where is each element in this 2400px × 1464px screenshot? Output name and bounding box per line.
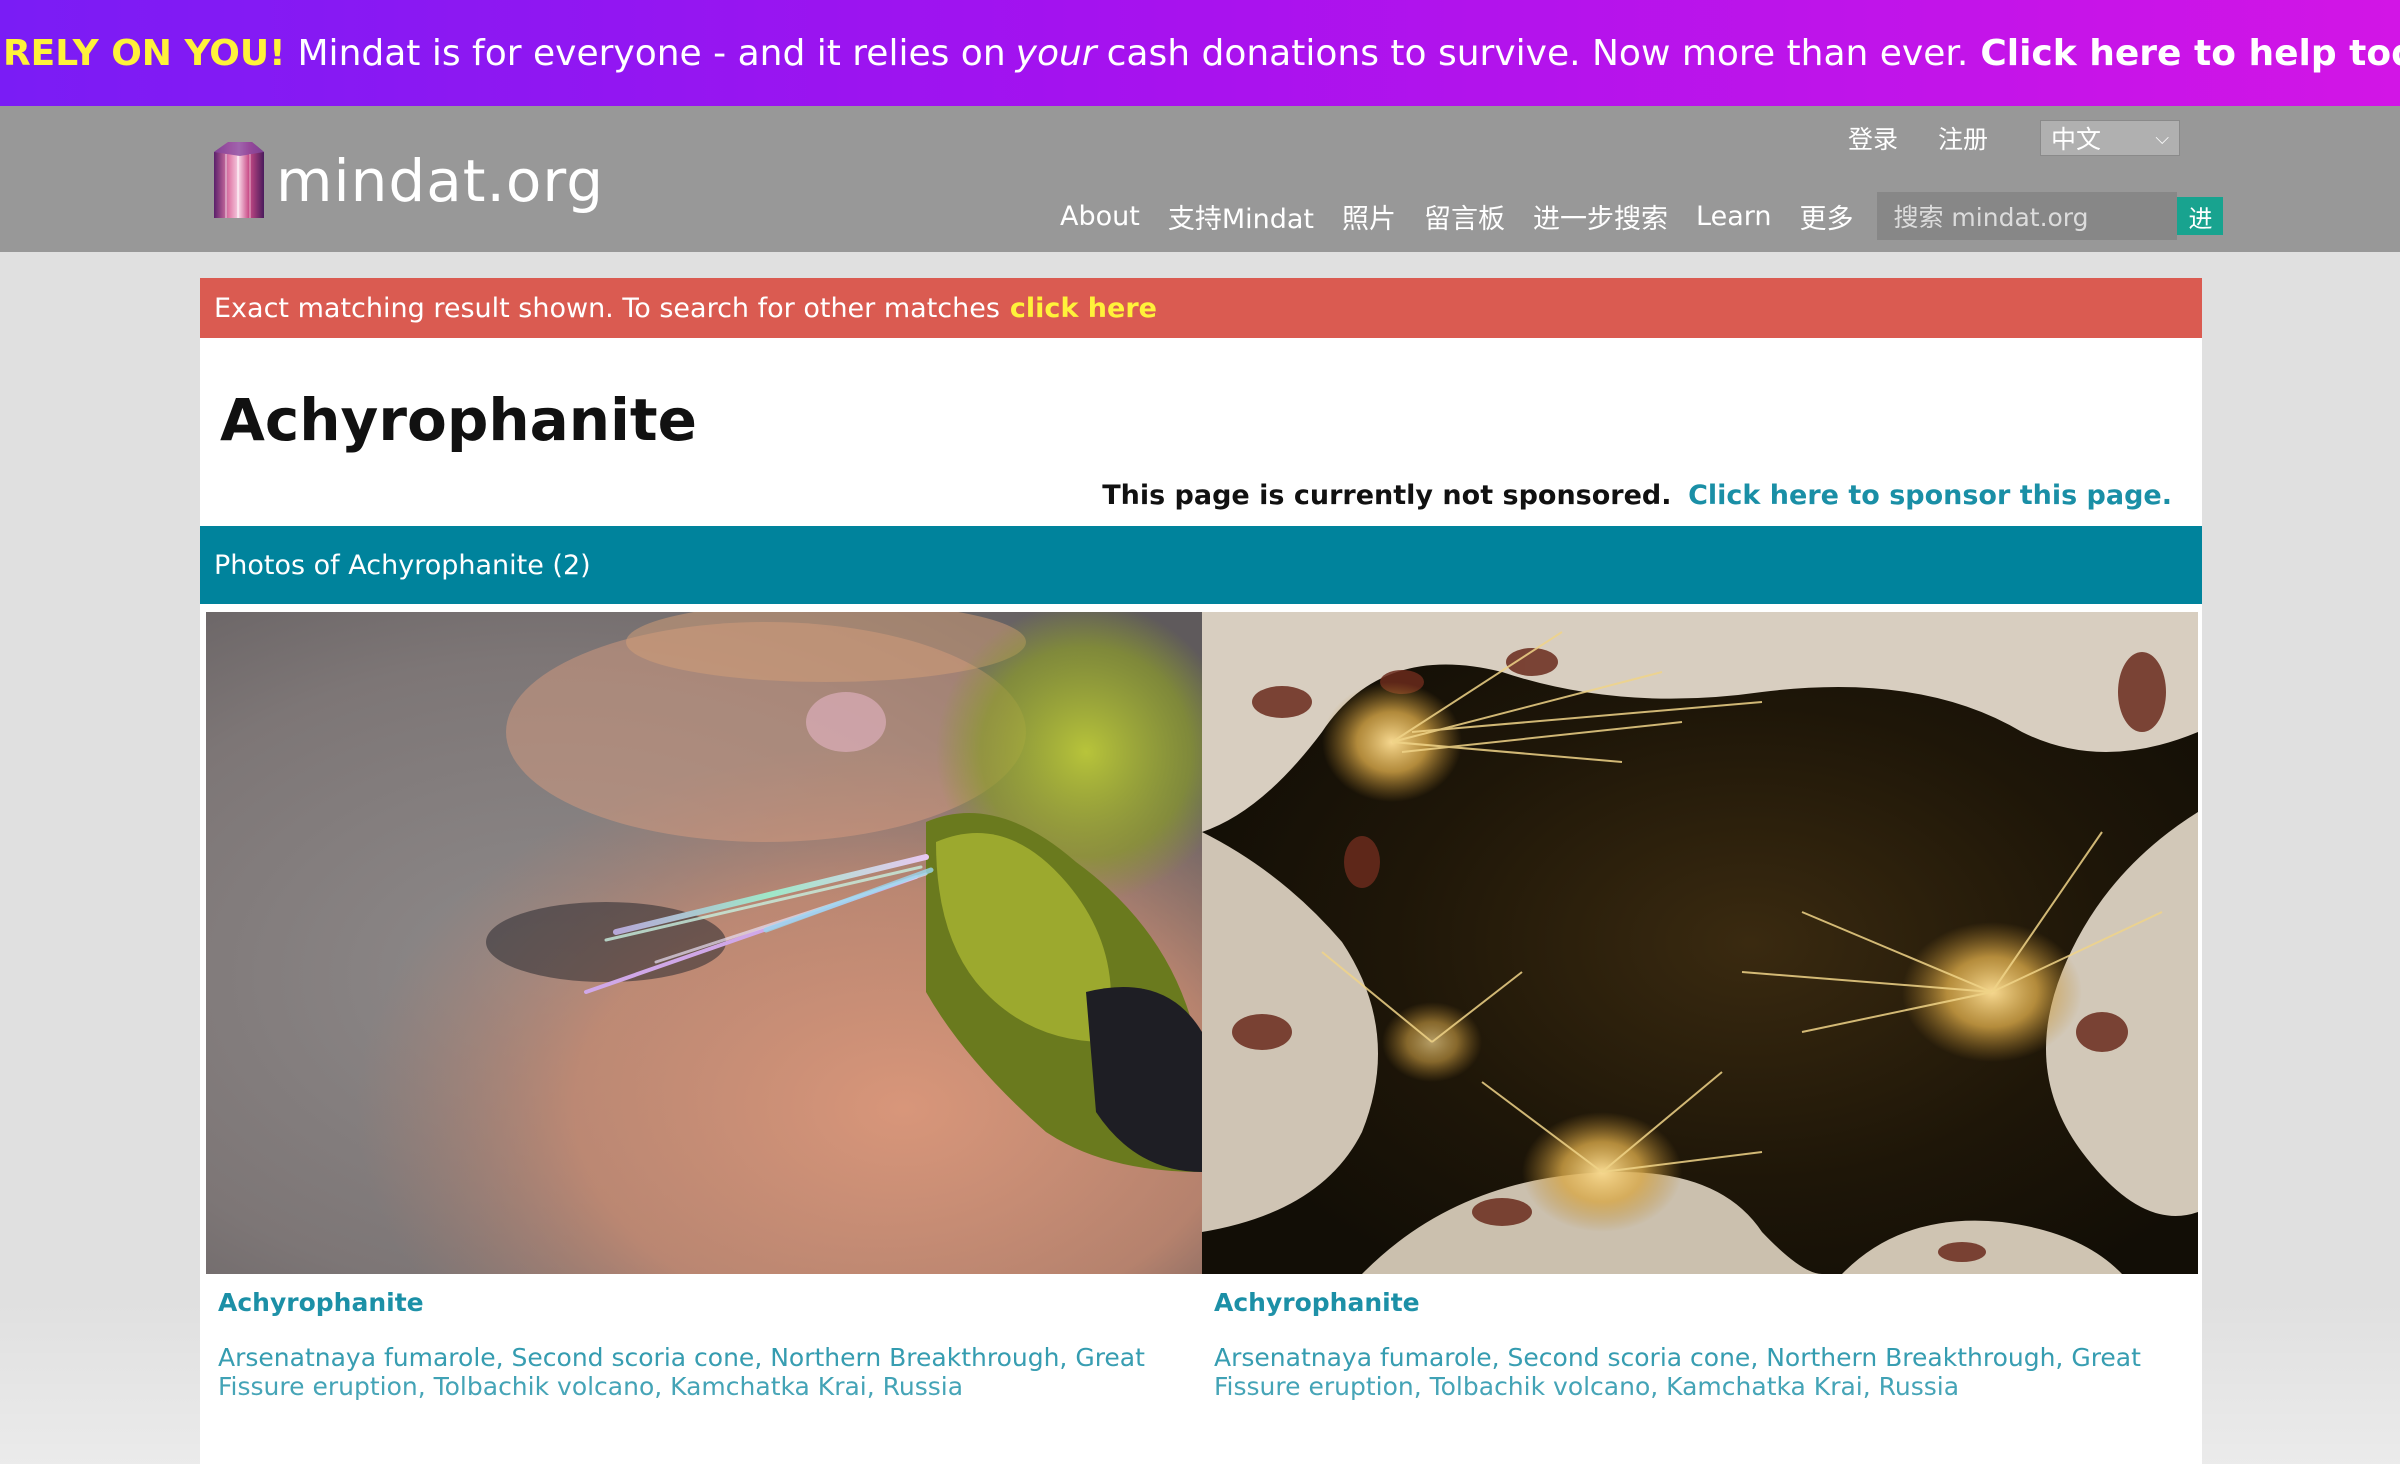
language-value: 中文 bbox=[2051, 125, 2102, 154]
photo-card: Achyrophanite Arsenatnaya fumarole, Seco… bbox=[1202, 612, 2198, 1401]
nav-item-more[interactable]: 更多 bbox=[1799, 197, 1853, 236]
photo-grid: Achyrophanite Arsenatnaya fumarole, Seco… bbox=[206, 612, 2198, 1401]
mineral-photo[interactable] bbox=[1202, 612, 2198, 1274]
nav-item-learn[interactable]: Learn bbox=[1696, 201, 1771, 232]
donation-emphasis: your bbox=[1015, 32, 1097, 74]
nav-item-advanced-search[interactable]: 进一步搜索 bbox=[1533, 197, 1668, 236]
photo-image bbox=[1202, 612, 2198, 1274]
exact-match-notice: Exact matching result shown. To search f… bbox=[200, 278, 2202, 338]
photo-caption: Achyrophanite Arsenatnaya fumarole, Seco… bbox=[1202, 1274, 2198, 1401]
photo-locality-link[interactable]: Arsenatnaya fumarole, Second scoria cone… bbox=[1214, 1343, 2186, 1401]
donation-banner[interactable]: WE RELY ON YOU! Mindat is for everyone -… bbox=[0, 0, 2400, 106]
nav-item-about[interactable]: About bbox=[1060, 201, 1140, 232]
login-link[interactable]: 登录 bbox=[1848, 120, 1898, 156]
nav-item-forum[interactable]: 留言板 bbox=[1424, 197, 1505, 236]
photo-card: Achyrophanite Arsenatnaya fumarole, Seco… bbox=[206, 612, 1202, 1401]
sponsor-link[interactable]: Click here to sponsor this page. bbox=[1688, 480, 2172, 511]
account-links: 登录 注册 中文 ⌵ bbox=[1808, 120, 2180, 156]
photo-image bbox=[206, 612, 1202, 1274]
sponsor-status: This page is currently not sponsored. bbox=[1102, 480, 1672, 511]
photo-mineral-name-link[interactable]: Achyrophanite bbox=[1214, 1288, 2186, 1317]
mineral-photo[interactable] bbox=[206, 612, 1202, 1274]
photo-caption: Achyrophanite Arsenatnaya fumarole, Seco… bbox=[206, 1274, 1202, 1401]
search-placeholder: 搜索 mindat.org bbox=[1893, 203, 2089, 232]
page-title: Achyrophanite bbox=[220, 386, 697, 454]
main-nav: About 支持Mindat 照片 留言板 进一步搜索 Learn 更多 搜索 … bbox=[1060, 192, 2224, 240]
language-select[interactable]: 中文 ⌵ bbox=[2040, 120, 2180, 156]
notice-text: Exact matching result shown. To search f… bbox=[214, 292, 1000, 324]
gem-logo-icon bbox=[214, 142, 264, 218]
donation-text-before: Mindat is for everyone - and it relies o… bbox=[297, 32, 1006, 74]
site-header: mindat.org 登录 注册 中文 ⌵ About 支持Mindat 照片 … bbox=[0, 106, 2400, 252]
main-content: Exact matching result shown. To search f… bbox=[200, 278, 2202, 1464]
photo-mineral-name-link[interactable]: Achyrophanite bbox=[218, 1288, 1190, 1317]
chevron-down-icon: ⌵ bbox=[2155, 127, 2169, 149]
other-matches-link[interactable]: click here bbox=[1010, 293, 1157, 324]
donation-cta-link[interactable]: Click here to help today. bbox=[1980, 33, 2400, 74]
sponsor-line: This page is currently not sponsored. Cl… bbox=[1102, 480, 2172, 511]
donation-alert: WE RELY ON YOU! bbox=[0, 32, 286, 74]
site-logo[interactable]: mindat.org bbox=[208, 136, 604, 226]
search-button[interactable]: 进 bbox=[2177, 197, 2224, 235]
photos-section-header[interactable]: Photos of Achyrophanite (2) bbox=[200, 526, 2202, 604]
photo-locality-link[interactable]: Arsenatnaya fumarole, Second scoria cone… bbox=[218, 1343, 1190, 1401]
search-input[interactable]: 搜索 mindat.org bbox=[1877, 192, 2178, 240]
register-link[interactable]: 注册 bbox=[1938, 120, 1988, 156]
nav-item-support[interactable]: 支持Mindat bbox=[1168, 197, 1314, 236]
logo-text: mindat.org bbox=[276, 147, 605, 215]
donation-text-after: cash donations to survive. Now more than… bbox=[1106, 32, 1969, 74]
nav-item-photos[interactable]: 照片 bbox=[1342, 197, 1396, 236]
